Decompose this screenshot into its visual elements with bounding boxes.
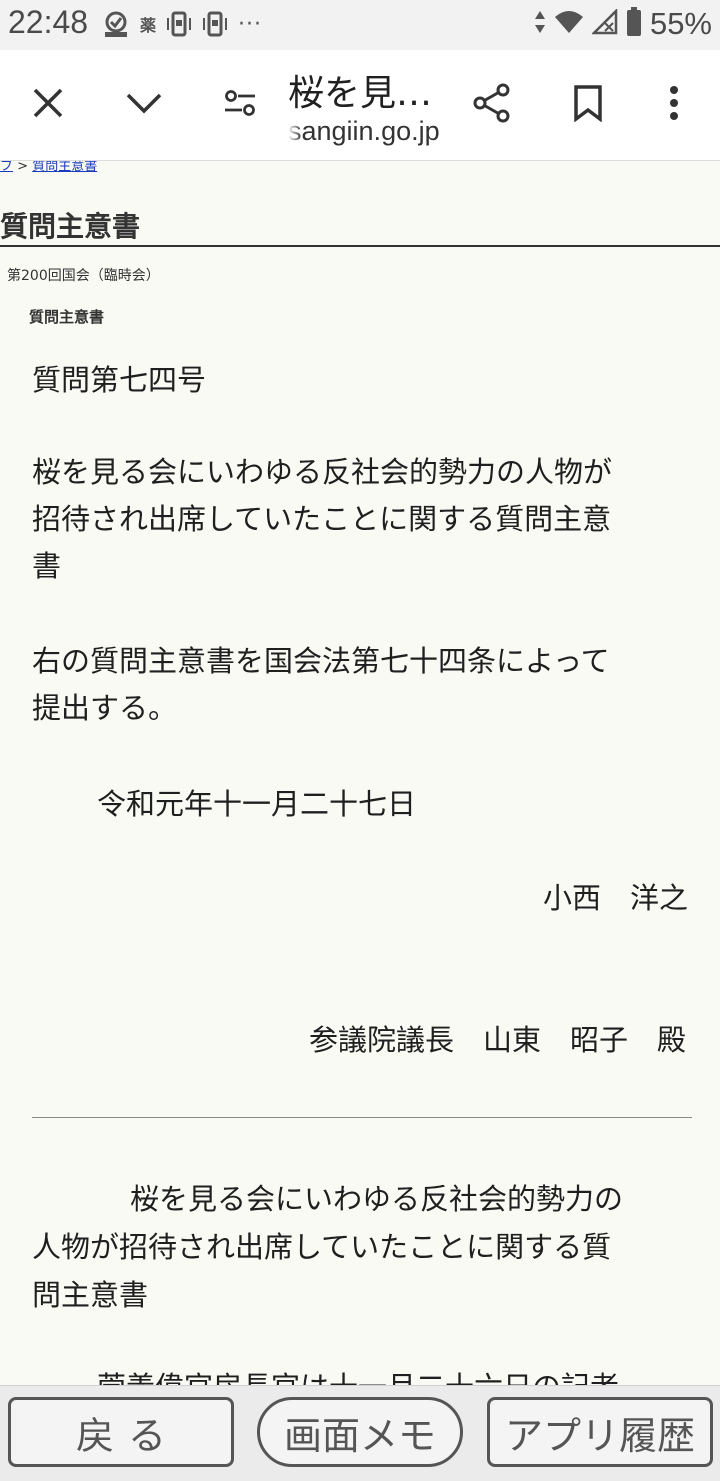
answer-title-line-1: 桜を見る会にいわゆる反社会的勢力の xyxy=(130,1182,624,1216)
tune-icon xyxy=(223,89,257,121)
breadcrumb-separator: > xyxy=(17,161,29,174)
status-system-icons: 55% xyxy=(534,6,712,42)
addressee: 参議院議長 山東 昭子 殿 xyxy=(308,1023,686,1057)
medicine-notification-icon: 薬 xyxy=(140,16,157,35)
more-options-button[interactable] xyxy=(644,75,704,135)
submission-line-1: 右の質問主意書を国会法第七十四条によって xyxy=(32,644,610,678)
page-heading: 質問主意書 xyxy=(0,210,141,243)
screen-memo-button[interactable]: 画面メモ xyxy=(257,1397,463,1467)
close-tab-button[interactable] xyxy=(18,75,78,135)
status-time: 22:48 xyxy=(8,4,89,40)
breadcrumb: ブ > 質問主意書 xyxy=(0,161,97,177)
wifi-icon xyxy=(554,9,584,39)
body-paragraph-cutoff: 菅義偉官房長官は十一月二十六日の記者 xyxy=(97,1364,720,1385)
question-number: 質問第七四号 xyxy=(32,363,207,397)
share-button[interactable] xyxy=(462,75,522,135)
status-bar: 22:48 薬 ··· 55% xyxy=(0,0,720,50)
vibrate-icon-2 xyxy=(202,10,228,38)
vibrate-icon xyxy=(166,10,192,38)
site-settings-button[interactable] xyxy=(210,75,270,135)
submission-date: 令和元年十一月二十七日 xyxy=(97,787,417,821)
question-title-line-1: 桜を見る会にいわゆる反社会的勢力の人物が xyxy=(32,455,613,489)
data-arrows-icon xyxy=(534,9,546,39)
browser-toolbar: 桜を見… sangiin.go.jp xyxy=(0,50,720,161)
page-title[interactable]: 桜を見… xyxy=(288,64,448,116)
minimize-button[interactable] xyxy=(114,75,174,135)
breadcrumb-link-current[interactable]: 質問主意書 xyxy=(32,161,97,174)
app-notification-icon xyxy=(102,10,130,38)
close-icon xyxy=(31,86,65,124)
answer-title-line-3: 問主意書 xyxy=(32,1278,149,1312)
url-display[interactable]: sangiin.go.jp xyxy=(288,116,458,147)
status-notification-icons: 薬 ··· xyxy=(102,8,262,40)
bookmark-button[interactable] xyxy=(558,75,618,135)
session-label: 第200回国会（臨時会） xyxy=(7,268,160,284)
question-title-line-3: 書 xyxy=(32,549,62,583)
heading-rule xyxy=(0,245,720,247)
answer-title-line-2: 人物が招待され出席していたことに関する質 xyxy=(32,1230,612,1264)
share-icon xyxy=(473,83,511,127)
more-notifications-icon: ··· xyxy=(238,11,262,37)
battery-icon xyxy=(626,7,642,41)
submission-line-2: 提出する。 xyxy=(32,691,178,725)
battery-percent: 55% xyxy=(649,6,712,41)
document-type: 質問主意書 xyxy=(29,308,105,326)
bookmark-icon xyxy=(573,84,603,126)
section-divider xyxy=(32,1117,692,1118)
chevron-down-icon xyxy=(125,91,163,119)
back-button[interactable]: 戻る xyxy=(8,1397,234,1467)
bottom-button-bar: 戻る 画面メモ アプリ履歴 xyxy=(0,1385,720,1481)
submitter-name: 小西 洋之 xyxy=(542,881,688,915)
more-vert-icon xyxy=(669,85,679,125)
breadcrumb-link-prev[interactable]: ブ xyxy=(0,161,13,174)
question-title-line-2: 招待され出席していたことに関する質問主意 xyxy=(32,502,612,536)
url-fade xyxy=(288,116,302,150)
cellular-signal-icon xyxy=(590,7,618,39)
app-history-button[interactable]: アプリ履歴 xyxy=(487,1397,713,1467)
page-content: ブ > 質問主意書 質問主意書 第200回国会（臨時会） 質問主意書 質問第七四… xyxy=(0,161,720,1385)
